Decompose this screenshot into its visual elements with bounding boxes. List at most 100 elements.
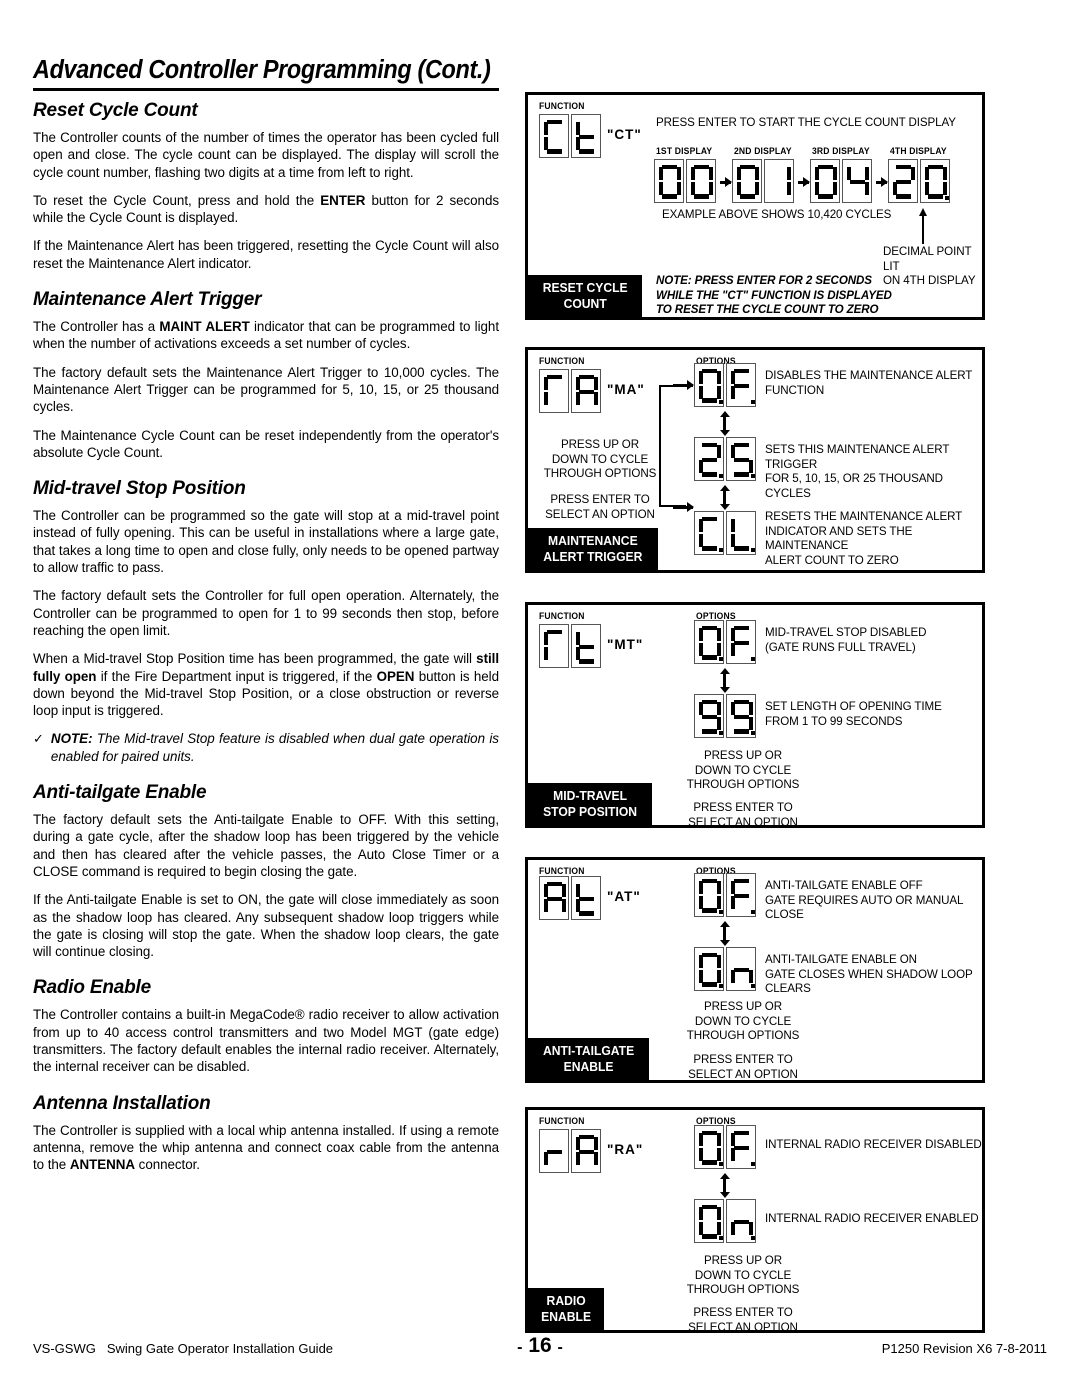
banner-line-2: ALERT TRIGGER — [543, 548, 643, 564]
checkmark-icon: ✓ — [33, 731, 44, 747]
banner-line-1: ANTI-TAILGATE — [542, 1043, 635, 1058]
section-heading-anti-tailgate-enable: Anti-tailgate Enable — [33, 782, 207, 804]
diagram-anti-tailgate-enable: FUNCTION OPTIONS "AT" ANTI-TAILGATE ENAB… — [525, 857, 985, 1083]
function-code-display-mt: "MT" — [539, 624, 643, 668]
function-label: FUNCTION — [539, 356, 585, 367]
double-arrow-icon — [723, 1179, 726, 1192]
hint-enter: PRESS ENTER TO SELECT AN OPTION — [688, 1306, 798, 1334]
banner-line-2: ENABLE — [563, 1058, 614, 1074]
option-display-on — [694, 1199, 756, 1243]
option-description: INTERNAL RADIO RECEIVER ENABLED — [765, 1212, 979, 1225]
option-display-of — [694, 1125, 756, 1169]
seven-segment-digit — [539, 369, 569, 413]
seven-segment-pair — [539, 114, 601, 158]
hint-up-down: PRESS UP OR DOWN TO CYCLE THROUGH OPTION… — [686, 749, 800, 792]
double-arrow-icon — [723, 674, 726, 687]
option-display-99 — [694, 694, 756, 738]
instruction-text: PRESS ENTER TO START THE CYCLE COUNT DIS… — [656, 116, 956, 129]
banner-line-1: RADIO — [546, 1293, 586, 1308]
seven-segment-digit — [571, 1129, 601, 1173]
paragraph: The factory default sets the Maintenance… — [33, 364, 499, 415]
function-code-quote: "MT" — [607, 637, 644, 652]
seven-segment-digit — [654, 159, 684, 203]
arrow-right-icon — [876, 181, 887, 184]
paragraph: The Controller has a MAINT ALERT indicat… — [33, 319, 499, 352]
seven-segment-digit — [694, 437, 724, 481]
seven-segment-digit — [726, 947, 756, 991]
function-code-quote: "RA" — [607, 1142, 644, 1157]
diagram-mid-travel-stop-position: FUNCTION OPTIONS "MT" MID-TRAVEL STOP DI… — [525, 602, 985, 829]
diagram-banner-anti-tailgate-enable: ANTI-TAILGATE ENABLE — [528, 1038, 650, 1080]
seven-segment-digit — [694, 1199, 724, 1243]
seven-segment-digit — [539, 1129, 569, 1173]
seven-segment-display-1 — [654, 159, 716, 203]
seven-segment-digit — [726, 511, 756, 555]
option-bracket — [659, 385, 686, 507]
hint-up-down: PRESS UP OR DOWN TO CYCLE THROUGH OPTION… — [686, 1254, 800, 1297]
function-label: FUNCTION — [539, 1116, 585, 1127]
hint-enter: PRESS ENTER TO SELECT AN OPTION — [545, 493, 655, 521]
hint-up-down: PRESS UP OR DOWN TO CYCLE THROUGH OPTION… — [543, 438, 657, 481]
seven-segment-digit — [694, 873, 724, 917]
banner-line-1: MID-TRAVEL — [553, 788, 628, 803]
option-description: ANTI-TAILGATE ENABLE ON GATE CLOSES WHEN… — [765, 953, 973, 996]
seven-segment-pair — [539, 876, 601, 920]
seven-segment-digit — [726, 1125, 756, 1169]
page-number: 16 — [528, 1334, 552, 1357]
seven-segment-digit — [810, 159, 840, 203]
function-code-display-ma: "MA" — [539, 369, 645, 413]
option-display-25 — [694, 437, 756, 481]
option-description: INTERNAL RADIO RECEIVER DISABLED — [765, 1138, 982, 1151]
seven-segment-display-3 — [810, 159, 872, 203]
section-heading-mid-travel-stop-position: Mid-travel Stop Position — [33, 478, 246, 500]
paragraph: The factory default sets the Controller … — [33, 588, 499, 638]
seven-segment-digit — [842, 159, 872, 203]
paragraph: When a Mid-travel Stop Position time has… — [33, 651, 499, 719]
decimal-point-note: DECIMAL POINT LIT ON 4TH DISPLAY — [883, 245, 976, 288]
option-display-of — [694, 363, 756, 407]
seven-segment-pair — [539, 369, 601, 413]
option-description: RESETS THE MAINTENANCE ALERT INDICATOR A… — [765, 510, 963, 567]
seven-segment-digit — [571, 876, 601, 920]
arrow-right-icon — [720, 181, 731, 184]
seven-segment-digit — [726, 873, 756, 917]
seven-segment-digit — [920, 159, 950, 203]
seven-segment-digit — [539, 876, 569, 920]
seven-segment-digit — [571, 114, 601, 158]
option-description: DISABLES THE MAINTENANCE ALERT FUNCTION — [765, 369, 973, 397]
hint-enter: PRESS ENTER TO SELECT AN OPTION — [688, 801, 798, 829]
paragraph: To reset the Cycle Count, press and hold… — [33, 192, 499, 226]
dash-left: - — [517, 1339, 523, 1356]
function-code-quote: "AT" — [607, 889, 641, 904]
function-code-display-ra: "RA" — [539, 1129, 643, 1173]
display-header-4: 4TH DISPLAY — [890, 146, 947, 157]
seven-segment-digit — [686, 159, 716, 203]
option-display-of — [694, 873, 756, 917]
section-heading-antenna-installation: Antenna Installation — [33, 1092, 211, 1114]
section-heading-maintenance-alert-trigger: Maintenance Alert Trigger — [33, 289, 262, 311]
paragraph: The Maintenance Cycle Count can be reset… — [33, 427, 499, 460]
double-arrow-icon — [723, 417, 726, 430]
example-caption: EXAMPLE ABOVE SHOWS 10,420 CYCLES — [662, 208, 892, 221]
hint-up-down: PRESS UP OR DOWN TO CYCLE THROUGH OPTION… — [686, 1000, 800, 1043]
seven-segment-digit — [694, 511, 724, 555]
manual-page: Advanced Controller Programming (Cont.) … — [0, 0, 1080, 1397]
function-code-display-at: "AT" — [539, 876, 641, 920]
diagram-banner-reset-cycle-count: RESET CYCLE COUNT — [528, 275, 643, 317]
arrow-right-icon — [673, 506, 693, 509]
arrow-right-icon — [673, 384, 693, 387]
seven-segment-digit — [571, 369, 601, 413]
banner-line-1: MAINTENANCE — [548, 533, 638, 548]
function-code-display-ct: "CT" — [539, 114, 642, 158]
arrow-up-icon — [922, 215, 925, 244]
display-header-2: 2ND DISPLAY — [734, 146, 792, 157]
seven-segment-digit — [764, 159, 794, 203]
diagram-banner-maintenance-alert-trigger: MAINTENANCE ALERT TRIGGER — [528, 528, 658, 570]
diagram-banner-radio-enable: RADIO ENABLE — [528, 1288, 605, 1330]
option-display-on — [694, 947, 756, 991]
seven-segment-digit — [694, 363, 724, 407]
seven-segment-digit — [726, 1199, 756, 1243]
function-code-quote: "CT" — [607, 127, 642, 142]
reset-note: NOTE: PRESS ENTER FOR 2 SECONDS WHILE TH… — [656, 274, 892, 317]
seven-segment-digit — [694, 1125, 724, 1169]
